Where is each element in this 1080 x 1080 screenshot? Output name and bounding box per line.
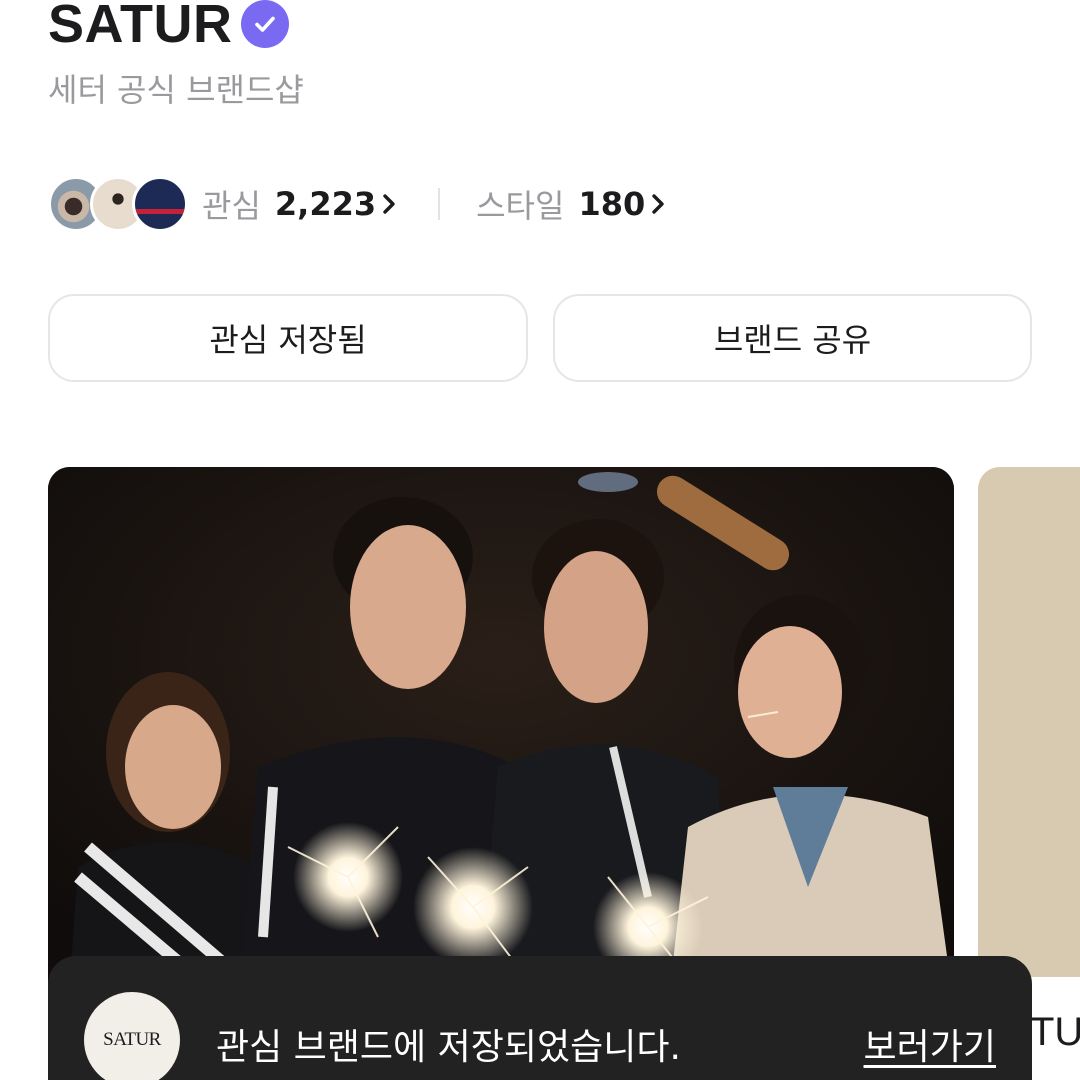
avatar [132, 176, 188, 232]
divider [438, 188, 441, 220]
lookbook-illustration [48, 467, 954, 1007]
chevron-right-icon[interactable] [382, 192, 398, 216]
brand-logo: SATUR [84, 992, 180, 1080]
chevron-right-icon[interactable] [651, 192, 667, 216]
interest-label: 관심 [202, 187, 261, 225]
toast-message: 관심 브랜드에 저장되었습니다. [216, 1027, 681, 1068]
style-count-link[interactable]: 180 [578, 185, 645, 223]
style-label: 스타일 [476, 187, 565, 225]
next-card-title: TU [1030, 1010, 1080, 1054]
saved-toast: SATUR 관심 브랜드에 저장되었습니다. 보러가기 [48, 956, 1032, 1080]
next-lookbook-card[interactable] [978, 467, 1080, 977]
save-interest-button[interactable]: 관심 저장됨 [48, 294, 528, 382]
brand-subtitle: 세터 공식 브랜드샵 [48, 71, 304, 109]
brand-stats: 관심 2,223 스타일 180 [48, 176, 667, 232]
verified-badge-icon [240, 0, 289, 48]
brand-name: SATUR [48, 0, 233, 54]
share-brand-button[interactable]: 브랜드 공유 [553, 294, 1032, 382]
view-saved-link[interactable]: 보러가기 [864, 1018, 996, 1070]
interest-count-link[interactable]: 2,223 [275, 185, 376, 223]
follower-avatars[interactable] [48, 176, 188, 232]
brand-header: SATUR [48, 0, 289, 54]
lookbook-photo[interactable] [48, 467, 954, 1007]
